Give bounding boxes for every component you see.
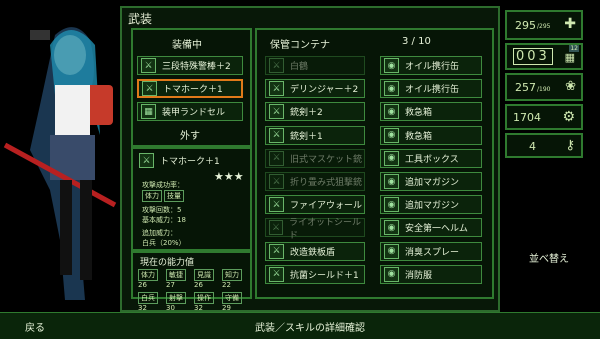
weapon-icon: ⚔ — [269, 127, 284, 143]
abilities-title: 現在の能力値 — [140, 258, 195, 268]
ability-stat: 見識26 — [194, 269, 222, 289]
weapon-icon: ⚔ — [269, 243, 284, 259]
screen-title: 武装 — [128, 12, 153, 26]
equipped-item-2[interactable]: ▦ 装甲ランドセル — [137, 102, 243, 121]
equipped-title: 装備中 — [172, 40, 202, 51]
item-icon: ◉ — [384, 174, 399, 189]
hp-panel: 295/295 ✚ — [505, 10, 583, 40]
storage-item-right[interactable]: ◉ 救急箱 — [380, 125, 482, 145]
ability-stat: 知力22 — [222, 269, 250, 289]
storage-item-left[interactable]: ⚔ デリンジャー＋2 — [265, 79, 365, 99]
weapon-icon: ⚔ — [269, 81, 284, 97]
storage-item-right[interactable]: ◉ 救急箱 — [380, 102, 482, 122]
counter-panel: 003 ▦ 12 — [505, 43, 583, 70]
weapon-icon: ⚔ — [269, 220, 284, 236]
ability-stat: 体力26 — [138, 269, 166, 289]
detail-text: 攻撃成功率： 体力 技量 攻撃回数：5 基本威力：18 追加威力： 白兵（20%） — [142, 181, 186, 247]
storage-item-right[interactable]: ◉ 追加マガジン — [380, 195, 482, 215]
storage-count: 3 / 10 — [402, 36, 431, 47]
storage-item-left[interactable]: ⚔ 旧式マスケット銃 — [265, 148, 365, 168]
storage-item-left[interactable]: ⚔ ライオットシールド — [265, 218, 365, 241]
storage-item-right[interactable]: ◉ 安全第一ヘルム — [380, 218, 482, 238]
storage-item-left[interactable]: ⚔ 銃剣＋1 — [265, 125, 365, 145]
weapon-icon: ⚔ — [139, 153, 154, 168]
storage-item-right[interactable]: ◉ 消臭スプレー — [380, 241, 482, 261]
weapon-icon: ⚔ — [269, 58, 284, 73]
ability-stat: 射撃30 — [166, 292, 194, 312]
food-panel: 257/190 ❀ — [505, 73, 583, 101]
storage-item-left[interactable]: ⚔ 改造鉄板盾 — [265, 241, 365, 261]
item-icon: ◉ — [384, 58, 399, 73]
remove-button[interactable]: 外す — [180, 127, 200, 142]
abilities-grid: 体力26 敏捷27 見識26 知力22 白兵32 射撃30 操作32 守備29 — [138, 269, 250, 312]
calendar-icon: ▦ — [564, 51, 575, 64]
item-icon: ◉ — [384, 150, 399, 166]
weapon-icon: ⚔ — [269, 104, 284, 120]
weapon-icon: ⚔ — [141, 58, 156, 73]
storage-item-left[interactable]: ⚔ 銃剣＋2 — [265, 102, 365, 122]
storage-item-right[interactable]: ◉ 追加マガジン — [380, 172, 482, 191]
detail-name: ⚔ トマホーク＋1 — [136, 151, 242, 170]
gear-icon: ⚙ — [562, 109, 575, 125]
item-icon: ◉ — [384, 197, 399, 213]
storage-item-left[interactable]: ⚔ ファイアウォール — [265, 195, 365, 215]
ability-stat: 操作32 — [194, 292, 222, 312]
storage-item-right[interactable]: ◉ 工具ボックス — [380, 148, 482, 168]
hp-icon: ✚ — [564, 16, 576, 32]
detail-tags: 体力 技量 — [142, 190, 186, 202]
storage-item-left[interactable]: ⚔ 抗菌シールド＋1 — [265, 264, 365, 284]
equipped-item-0[interactable]: ⚔ 三段特殊警棒＋2 — [137, 56, 243, 75]
weapon-icon: ⚔ — [142, 81, 157, 96]
sort-button[interactable]: 並べ替え — [529, 250, 569, 265]
storage-item-right[interactable]: ◉ オイル携行缶 — [380, 79, 482, 99]
armor-icon: ▦ — [141, 104, 156, 119]
storage-item-left[interactable]: ⚔ 白鶴 — [265, 56, 365, 75]
item-icon: ◉ — [384, 220, 399, 236]
item-icon: ◉ — [384, 243, 399, 259]
weapon-icon: ⚔ — [269, 197, 284, 213]
storage-title: 保管コンテナ — [270, 40, 330, 51]
weapon-icon: ⚔ — [269, 266, 284, 282]
ability-stat: 白兵32 — [138, 292, 166, 312]
footer-hint: 武装／スキルの詳細確認 — [255, 323, 365, 334]
key-icon: ⚷ — [565, 138, 575, 153]
food-icon: ❀ — [565, 79, 576, 94]
back-button[interactable]: 戻る — [25, 319, 45, 334]
weapon-icon: ⚔ — [269, 150, 284, 166]
key-panel: 4 ⚷ — [505, 133, 583, 158]
gear-panel: 1704 ⚙ — [505, 104, 583, 130]
storage-item-left[interactable]: ⚔ 折り畳み式狙撃銃 — [265, 172, 365, 191]
storage-item-right[interactable]: ◉ オイル携行缶 — [380, 56, 482, 75]
equipped-item-1[interactable]: ⚔ トマホーク＋1 — [137, 79, 243, 98]
storage-item-right[interactable]: ◉ 消防服 — [380, 264, 482, 284]
item-icon: ◉ — [384, 266, 399, 282]
item-icon: ◉ — [384, 81, 399, 97]
ability-stat: 敏捷27 — [166, 269, 194, 289]
item-icon: ◉ — [384, 104, 399, 120]
weapon-icon: ⚔ — [269, 174, 284, 189]
detail-stars: ★★★ — [214, 170, 244, 183]
ability-stat: 守備29 — [222, 292, 250, 312]
character-portrait — [3, 27, 117, 300]
item-icon: ◉ — [384, 127, 399, 143]
